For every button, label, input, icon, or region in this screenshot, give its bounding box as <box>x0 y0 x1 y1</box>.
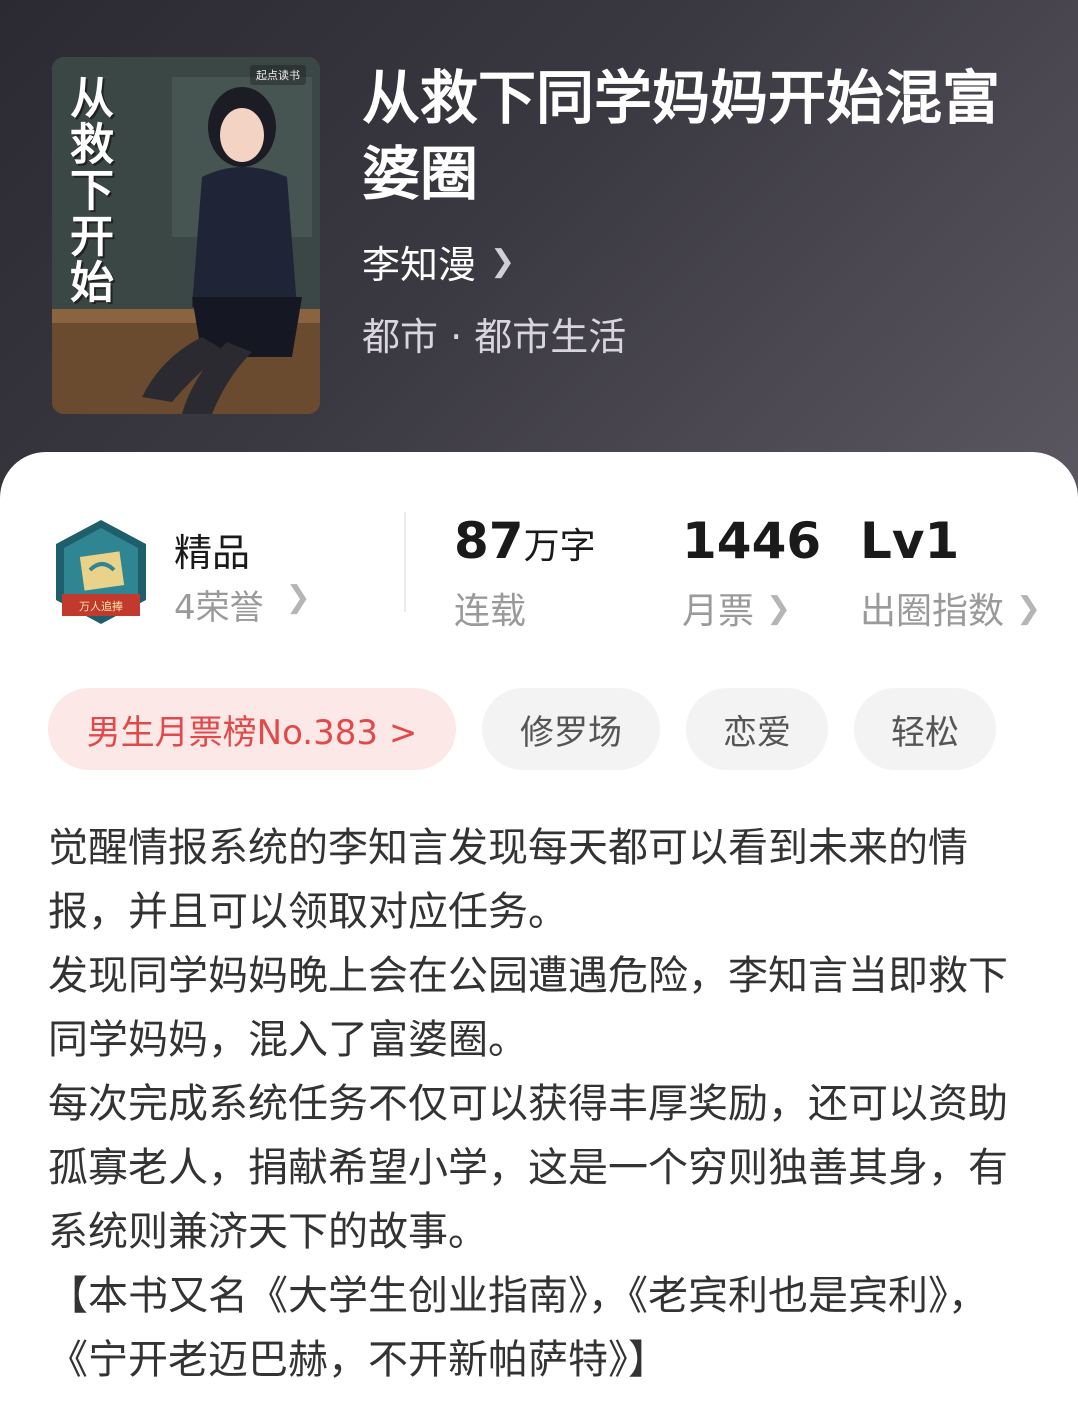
influence-level-value: Lv1 <box>860 512 960 570</box>
word-count-value: 87 <box>454 512 524 570</box>
honors-link[interactable]: 4荣誉 ❯ <box>174 580 311 629</box>
book-cover-image[interactable]: 起点读书 从救下开始 <box>52 57 320 414</box>
chevron-right-icon: ❯ <box>1016 590 1042 626</box>
monthly-votes-link[interactable]: 月票 ❯ <box>682 582 791 634</box>
description-paragraph: 【本书又名《大学生创业指南》，《老宾利也是宾利》，《宁开老迈巴赫，不开新帕萨特》… <box>48 1273 988 1383</box>
influence-index-link[interactable]: 出圈指数 ❯ <box>860 582 1041 634</box>
serial-status: 连载 <box>454 582 526 634</box>
book-genre: 都市 · 都市生活 <box>362 315 627 359</box>
monthly-votes-value: 1446 <box>682 512 822 570</box>
book-description: 觉醒情报系统的李知言发现每天都可以看到未来的情报，并且可以领取对应任务。 发现同… <box>48 816 1008 1392</box>
word-count: 87万字 <box>454 512 596 570</box>
tag-item[interactable]: 轻松 <box>854 688 996 770</box>
monthly-votes-label: 月票 <box>682 591 755 632</box>
author-link[interactable]: 李知漫 ❯ <box>362 234 515 289</box>
tag-item[interactable]: 修罗场 <box>482 688 660 770</box>
cover-brand-label: 起点读书 <box>250 65 306 85</box>
quality-label: 精品 <box>174 531 251 575</box>
book-title: 从救下同学妈妈开始混富婆圈 <box>362 64 1001 208</box>
author-name: 李知漫 <box>362 243 477 287</box>
chevron-right-icon: ❯ <box>285 580 311 615</box>
honors-count: 4荣誉 <box>174 588 264 628</box>
chevron-right-icon: ❯ <box>490 244 516 279</box>
description-paragraph: 发现同学妈妈晚上会在公园遭遇危险，李知言当即救下同学妈妈，混入了富婆圈。 <box>48 953 1008 1063</box>
badge-text: 万人追捧 <box>79 599 123 613</box>
influence-index-label: 出圈指数 <box>860 591 1005 632</box>
description-paragraph: 觉醒情报系统的李知言发现每天都可以看到未来的情报，并且可以领取对应任务。 <box>48 825 968 935</box>
chevron-right-icon: ❯ <box>766 590 792 626</box>
serial-status-label: 连载 <box>454 591 527 632</box>
cover-title-text: 从救下开始 <box>62 75 113 305</box>
quality-badge-icon: 万人追捧 <box>56 520 146 624</box>
description-paragraph: 每次完成系统任务不仅可以获得丰厚奖励，还可以资助孤寡老人，捐献希望小学，这是一个… <box>48 1081 1008 1255</box>
tag-item[interactable]: 恋爱 <box>686 688 828 770</box>
stats-divider <box>404 512 406 612</box>
rank-tag[interactable]: 男生月票榜No.383 > <box>48 688 456 770</box>
word-count-unit: 万字 <box>523 526 596 567</box>
